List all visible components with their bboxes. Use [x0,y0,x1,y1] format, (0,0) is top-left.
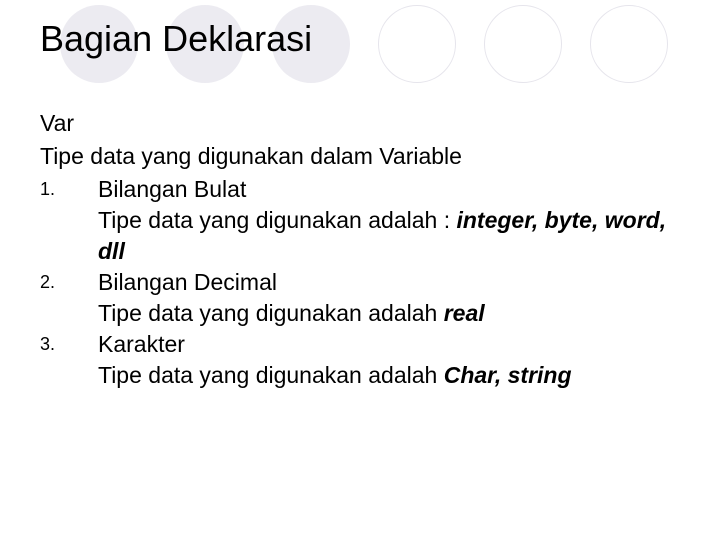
item-description: Tipe data yang digunakan adalah Char, st… [98,360,680,391]
slide-title: Bagian Deklarasi [40,18,680,60]
item-heading: Bilangan Decimal [98,267,680,298]
numbered-list: 1. Bilangan Bulat Tipe data yang digunak… [40,174,680,391]
item-body: Bilangan Bulat Tipe data yang digunakan … [98,174,680,267]
list-item: 1. Bilangan Bulat Tipe data yang digunak… [40,174,680,267]
item-number: 1. [40,174,98,267]
intro-line-1: Var [40,108,680,139]
item-body: Karakter Tipe data yang digunakan adalah… [98,329,680,391]
item-description: Tipe data yang digunakan adalah real [98,298,680,329]
list-item: 2. Bilangan Decimal Tipe data yang digun… [40,267,680,329]
item-description: Tipe data yang digunakan adalah : intege… [98,205,680,267]
item-number: 2. [40,267,98,329]
slide-content: Bagian Deklarasi Var Tipe data yang digu… [0,0,720,391]
item-heading: Karakter [98,329,680,360]
item-heading: Bilangan Bulat [98,174,680,205]
item-body: Bilangan Decimal Tipe data yang digunaka… [98,267,680,329]
list-item: 3. Karakter Tipe data yang digunakan ada… [40,329,680,391]
item-number: 3. [40,329,98,391]
intro-line-2: Tipe data yang digunakan dalam Variable [40,141,680,172]
